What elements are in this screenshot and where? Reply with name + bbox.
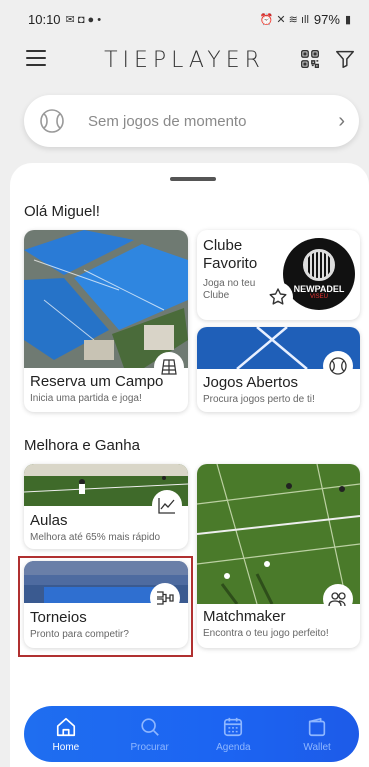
nav-home-label: Home bbox=[52, 741, 80, 753]
jogos-title: Jogos Abertos bbox=[203, 374, 299, 391]
tennis-players-image bbox=[197, 464, 360, 604]
drag-handle[interactable] bbox=[170, 177, 216, 181]
nav-agenda[interactable]: Agenda bbox=[198, 716, 268, 753]
nav-procurar-label: Procurar bbox=[130, 741, 169, 753]
calendar-icon bbox=[224, 717, 243, 736]
no-games-banner[interactable]: Sem jogos de momento › bbox=[24, 95, 359, 147]
status-bar: 10:10 ✉ ◘ ● • ⏰ ✕ ≋ ıll 97% ▮ bbox=[0, 0, 369, 38]
card-jogos-abertos[interactable]: Jogos Abertos Procura jogos perto de ti! bbox=[197, 327, 360, 412]
club-logo-text: NEWPADEL bbox=[293, 283, 345, 294]
qr-code-icon[interactable] bbox=[299, 48, 321, 70]
club-logo: NEWPADEL VISEU bbox=[283, 238, 355, 310]
greeting: Olá Miguel! bbox=[24, 203, 100, 220]
card-aulas[interactable]: Aulas Melhora até 65% mais rápido bbox=[24, 464, 188, 549]
bottom-nav: Home Procurar Agenda Wallet bbox=[24, 706, 359, 762]
nav-procurar[interactable]: Procurar bbox=[115, 716, 185, 753]
reserva-subtitle: Inicia uma partida e joga! bbox=[30, 393, 142, 404]
clube-subtitle-line2: Clube bbox=[203, 290, 230, 301]
clube-subtitle: Joga no teu Clube bbox=[203, 278, 255, 302]
clube-title-line2: Favorito bbox=[203, 255, 258, 272]
app-bar: TIEPLAYER bbox=[0, 40, 369, 80]
clube-subtitle-line1: Joga no teu bbox=[203, 278, 256, 289]
card-reserva-campo[interactable]: Reserva um Campo Inicia uma partida e jo… bbox=[24, 230, 188, 412]
battery-percent: 97% bbox=[313, 11, 340, 27]
club-logo-sub: VISEU bbox=[309, 293, 328, 300]
ball-icon bbox=[40, 109, 64, 133]
aulas-subtitle: Melhora até 65% mais rápido bbox=[30, 532, 161, 543]
jogos-subtitle: Procura jogos perto de ti! bbox=[203, 394, 315, 405]
club-logo-mark bbox=[303, 248, 335, 281]
status-time: 10:10 bbox=[28, 11, 61, 27]
star-icon[interactable] bbox=[263, 282, 293, 312]
no-games-text: Sem jogos de momento bbox=[88, 112, 247, 130]
nav-home[interactable]: Home bbox=[31, 716, 101, 753]
home-icon bbox=[56, 717, 75, 736]
padel-ball-icon bbox=[323, 351, 353, 381]
progress-chart-icon bbox=[152, 490, 182, 520]
section-title-melhora: Melhora e Ganha bbox=[24, 437, 140, 454]
search-icon bbox=[141, 717, 159, 736]
courts-aerial-image bbox=[24, 230, 188, 368]
clube-title-line1: Clube bbox=[203, 237, 243, 254]
users-icon bbox=[323, 584, 353, 614]
card-clube-favorito[interactable]: Clube Favorito Joga no teu Clube NEWPADE… bbox=[197, 230, 360, 320]
nav-agenda-label: Agenda bbox=[216, 741, 251, 753]
matchmaker-title: Matchmaker bbox=[203, 608, 286, 625]
nav-wallet[interactable]: Wallet bbox=[282, 716, 352, 753]
matchmaker-subtitle: Encontra o teu jogo perfeito! bbox=[203, 628, 329, 639]
reserva-title: Reserva um Campo bbox=[30, 373, 164, 390]
selection-highlight bbox=[18, 556, 193, 657]
notification-icons: ✉ ◘ ● • bbox=[65, 13, 102, 26]
card-matchmaker[interactable]: Matchmaker Encontra o teu jogo perfeito! bbox=[197, 464, 360, 648]
aulas-title: Aulas bbox=[30, 512, 68, 529]
system-icons: ⏰ ✕ ≋ ıll bbox=[259, 13, 309, 26]
nav-wallet-label: Wallet bbox=[303, 741, 331, 753]
clube-title: Clube Favorito bbox=[203, 237, 257, 273]
chevron-right-icon: › bbox=[338, 109, 345, 132]
filter-icon[interactable] bbox=[334, 48, 356, 70]
wallet-icon bbox=[308, 717, 326, 736]
battery-icon: ▮ bbox=[344, 13, 351, 26]
